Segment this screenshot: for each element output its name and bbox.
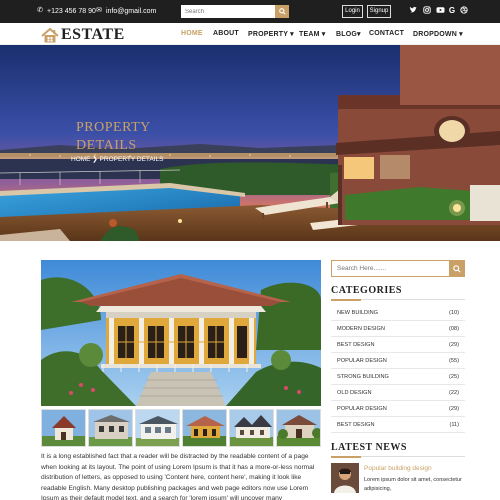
nav-dropdown[interactable]: DROPDOWN ▾	[413, 30, 463, 38]
category-item[interactable]: MODERN DESIGN (08)	[331, 321, 465, 337]
nav-blog[interactable]: BLOG▾	[336, 30, 361, 38]
instagram-icon[interactable]	[422, 6, 432, 16]
category-item[interactable]: STRONG BUILDING (25)	[331, 369, 465, 385]
hero-banner: PROPERTY DETAILS HOME ❯ PROPERTY DETAILS	[0, 45, 500, 241]
email-address: info@gmail.com	[106, 7, 157, 15]
category-item[interactable]: OLD DESIGN (22)	[331, 385, 465, 401]
google-icon[interactable]: G	[447, 6, 457, 16]
news-divider	[331, 455, 465, 458]
categories-heading: CATEGORIES	[331, 285, 402, 296]
search-icon	[278, 8, 286, 15]
top-bar: ✆ +123 456 78 90 ✉ info@gmail.com Login …	[0, 0, 500, 23]
hero-title: PROPERTY DETAILS	[76, 120, 151, 153]
phone-contact[interactable]: ✆ +123 456 78 90	[36, 7, 96, 15]
search-icon	[452, 264, 461, 273]
youtube-icon[interactable]	[435, 6, 445, 16]
thumbnail-1[interactable]	[41, 409, 86, 447]
home-logo-icon	[41, 27, 59, 42]
phone-icon: ✆	[37, 7, 43, 14]
category-item[interactable]: POPULAR DESIGN (29)	[331, 401, 465, 417]
sidebar-search	[331, 260, 465, 277]
property-description: It is a long established fact that a rea…	[41, 453, 315, 500]
phone-number: +123 456 78 90	[47, 7, 96, 15]
news-thumbnail[interactable]	[331, 463, 359, 493]
category-item[interactable]: BEST DESIGN (11)	[331, 417, 465, 433]
mail-icon: ✉	[96, 7, 102, 14]
thumbnail-3[interactable]	[135, 409, 180, 447]
site-logo[interactable]: ESTATE	[41, 26, 125, 44]
category-item[interactable]: POPULAR DESIGN (55)	[331, 353, 465, 369]
nav-home[interactable]: HOME	[181, 30, 203, 37]
email-contact[interactable]: ✉ info@gmail.com	[95, 7, 156, 15]
dribbble-icon[interactable]	[459, 6, 469, 16]
hero-villa-image	[0, 45, 500, 241]
main-navbar: ESTATE HOME ABOUT PROPERTY ▾ TEAM ▾ BLOG…	[0, 23, 500, 45]
latest-news-heading: LATEST NEWS	[331, 442, 407, 453]
category-item[interactable]: BEST DESIGN (29)	[331, 337, 465, 353]
sidebar-search-button[interactable]	[449, 261, 464, 276]
top-search-input[interactable]	[181, 5, 275, 18]
signup-button[interactable]: Signup	[367, 5, 391, 18]
nav-about[interactable]: ABOUT	[213, 30, 239, 37]
category-item[interactable]: NEW BUILDING (10)	[331, 305, 465, 321]
thumbnail-6[interactable]	[276, 409, 321, 447]
sidebar-search-input[interactable]	[332, 261, 449, 276]
top-search	[181, 5, 289, 18]
property-main-image	[41, 260, 321, 406]
thumbnail-2[interactable]	[88, 409, 133, 447]
nav-team[interactable]: TEAM ▾	[299, 30, 326, 38]
login-button[interactable]: Login	[342, 5, 363, 18]
news-excerpt: Lorem ipsum dolor sit amet, consectetur …	[364, 477, 462, 492]
twitter-icon[interactable]	[408, 6, 418, 16]
nav-contact[interactable]: CONTACT	[369, 30, 404, 37]
categories-divider	[331, 298, 465, 301]
logo-text: ESTATE	[61, 26, 125, 43]
news-title[interactable]: Popular building design	[364, 465, 432, 472]
thumbnail-4[interactable]	[182, 409, 227, 447]
top-search-button[interactable]	[275, 5, 289, 18]
breadcrumb: HOME ❯ PROPERTY DETAILS	[71, 156, 164, 163]
property-thumbnails	[41, 409, 321, 447]
nav-property[interactable]: PROPERTY ▾	[248, 30, 294, 38]
thumbnail-5[interactable]	[229, 409, 274, 447]
